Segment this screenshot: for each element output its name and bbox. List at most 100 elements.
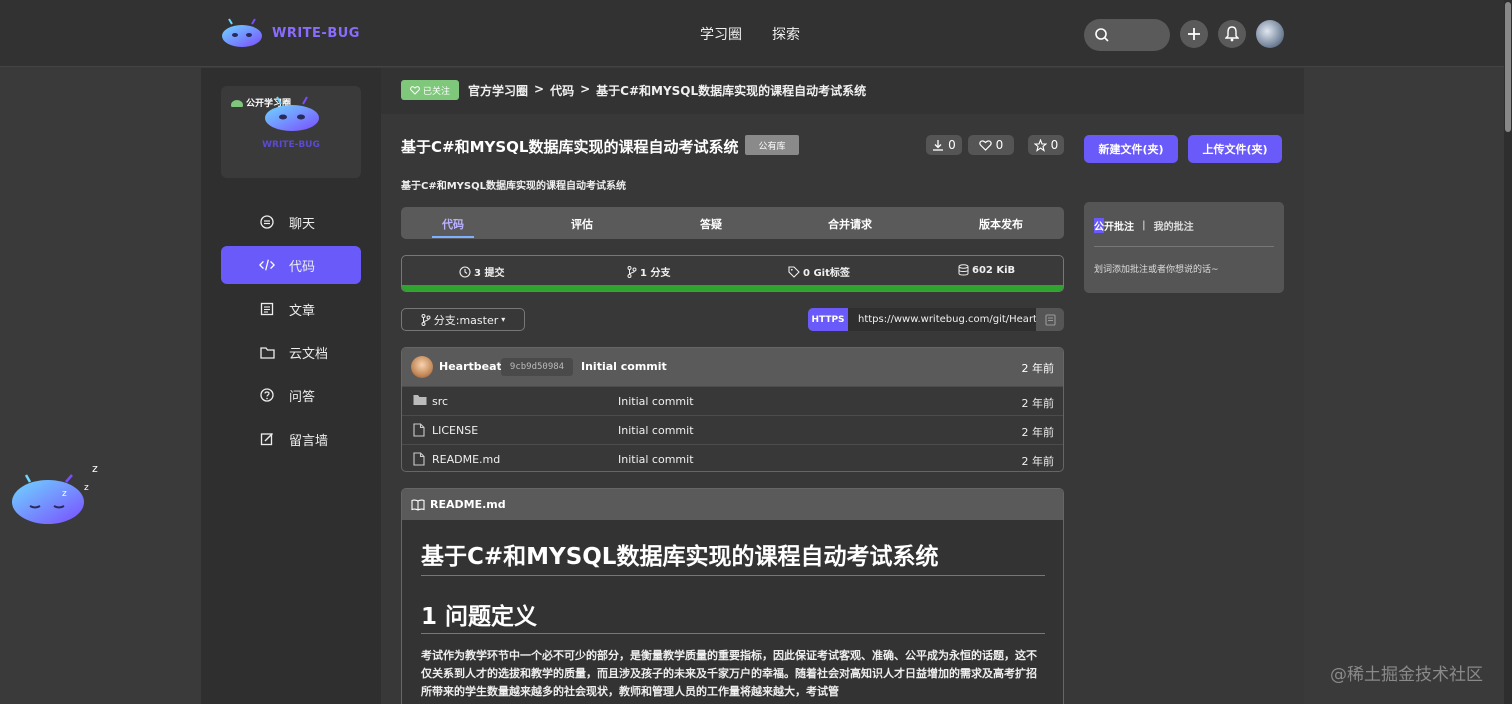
file-commit-message[interactable]: Initial commit: [618, 424, 694, 437]
branch-icon: [627, 265, 637, 278]
file-name[interactable]: src: [432, 395, 448, 408]
commit-hash[interactable]: 9cb9d50984: [501, 358, 573, 376]
sidebar-item-qa[interactable]: 问答: [221, 376, 361, 414]
svg-text:z: z: [92, 462, 98, 475]
breadcrumb: 官方学习圈 > 代码 > 基于C#和MYSQL数据库实现的课程自动考试系统: [468, 82, 866, 99]
file-icon: [413, 423, 425, 437]
notifications-button[interactable]: [1218, 20, 1246, 48]
circle-brand: WRITE-BUG: [262, 140, 320, 150]
copy-icon: [1044, 313, 1056, 326]
tab-evaluation[interactable]: 评估: [571, 216, 593, 232]
tag-icon: [788, 265, 800, 278]
divider: [1094, 246, 1274, 247]
commits-stat[interactable]: 3 提交: [459, 264, 504, 279]
tab-separator: |: [1142, 220, 1146, 231]
repo-title: 基于C#和MYSQL数据库实现的课程自动考试系统: [401, 138, 739, 156]
upload-file-button[interactable]: 上传文件(夹): [1188, 135, 1282, 163]
article-icon: [259, 301, 275, 317]
file-name[interactable]: README.md: [432, 453, 500, 466]
commit-message[interactable]: Initial commit: [581, 360, 667, 373]
sidebar-item-chat[interactable]: 聊天: [221, 203, 361, 241]
file-name[interactable]: LICENSE: [432, 424, 478, 437]
follow-badge[interactable]: 已关注: [401, 80, 459, 100]
sidebar-item-code[interactable]: 代码: [221, 246, 361, 284]
copy-button[interactable]: [1036, 308, 1064, 331]
file-commit-message[interactable]: Initial commit: [618, 453, 694, 466]
tags-count: 0 Git标签: [803, 268, 850, 279]
annotation-tabs: 公开批注 | 我的批注: [1094, 218, 1194, 233]
readme-panel: README.md 基于C#和MYSQL数据库实现的课程自动考试系统 1 问题定…: [401, 488, 1064, 704]
breadcrumb-item[interactable]: 官方学习圈: [468, 82, 528, 99]
readme-heading-2: 1 问题定义: [421, 604, 538, 630]
top-nav: 学习圈 探索: [700, 24, 800, 44]
sidebar-item-label: 问答: [289, 389, 316, 405]
breadcrumb-item[interactable]: 代码: [550, 82, 574, 99]
breadcrumb-separator: >: [580, 82, 591, 96]
annotation-hint: 划词添加批注或者你想说的话~: [1094, 265, 1219, 275]
download-count-value: 0: [948, 138, 956, 152]
breadcrumb-separator: >: [534, 82, 545, 96]
sleeping-robot-mascot-icon[interactable]: z z z: [10, 460, 110, 530]
branches-count: 1 分支: [640, 268, 671, 279]
readme-paragraph: 考试作为教学环节中一个必不可少的部分，是衡量教学质量的重要指标，因此保证考试客观…: [421, 649, 1037, 698]
branches-stat[interactable]: 1 分支: [627, 264, 670, 279]
like-button[interactable]: 0: [968, 135, 1014, 155]
size-stat: 602 KiB: [958, 264, 1015, 276]
tab-releases[interactable]: 版本发布: [979, 216, 1023, 232]
clock-icon: [459, 265, 471, 278]
commits-count: 3 提交: [474, 268, 505, 279]
android-icon: [231, 99, 243, 107]
branch-label: 分支:master: [433, 313, 499, 327]
new-file-button[interactable]: 新建文件(夹): [1084, 135, 1178, 163]
svg-text:z: z: [62, 489, 67, 499]
download-icon: [933, 140, 944, 151]
circle-card[interactable]: 公开学习圈 WRITE-BUG: [221, 86, 361, 178]
active-tab-indicator: [432, 236, 474, 238]
commit-author[interactable]: Heartbeat: [439, 360, 502, 373]
nav-explore[interactable]: 探索: [772, 24, 800, 44]
file-time: 2 年前: [1021, 397, 1055, 410]
file-row[interactable]: src Initial commit 2 年前: [402, 386, 1063, 415]
top-navbar: WRITE-BUG 学习圈 探索: [0, 0, 1512, 67]
create-button[interactable]: [1180, 20, 1208, 48]
tab-code[interactable]: 代码: [442, 216, 464, 232]
branch-selector[interactable]: 分支:master ▾: [401, 308, 525, 331]
search-icon: [1095, 28, 1109, 42]
sidebar-item-label: 聊天: [289, 216, 316, 232]
readme-filename: README.md: [430, 498, 506, 511]
file-row[interactable]: LICENSE Initial commit 2 年前: [402, 415, 1063, 444]
code-icon: [259, 257, 275, 273]
sidebar-item-cloud-docs[interactable]: 云文档: [221, 333, 361, 371]
tab-merge-requests[interactable]: 合并请求: [828, 216, 872, 232]
breadcrumb-item[interactable]: 基于C#和MYSQL数据库实现的课程自动考试系统: [596, 82, 866, 99]
file-time: 2 年前: [1021, 426, 1055, 439]
annotations-panel: 公开批注 | 我的批注 划词添加批注或者你想说的话~: [1084, 202, 1284, 293]
follow-badge-label: 已关注: [422, 86, 450, 97]
clone-url-input[interactable]: https://www.writebug.com/git/Heartl: [848, 308, 1036, 331]
tab-public-annotations[interactable]: 公开批注: [1094, 218, 1134, 233]
site-logo[interactable]: WRITE-BUG: [220, 18, 360, 48]
robot-logo-icon: [222, 18, 262, 47]
author-avatar[interactable]: [411, 356, 433, 378]
tab-qa[interactable]: 答疑: [700, 216, 722, 232]
star-button[interactable]: 0: [1028, 135, 1064, 155]
bell-icon: [1225, 26, 1239, 42]
tab-my-annotations[interactable]: 我的批注: [1154, 218, 1194, 233]
download-count[interactable]: 0: [926, 135, 962, 155]
scrollbar-thumb[interactable]: [1505, 2, 1511, 132]
tags-stat[interactable]: 0 Git标签: [788, 264, 850, 279]
repo-stats: 3 提交 1 分支 0 Git标签 602 KiB: [401, 255, 1064, 292]
star-icon: [1033, 138, 1047, 152]
question-icon: [259, 387, 275, 403]
user-avatar[interactable]: [1256, 20, 1284, 48]
file-row[interactable]: README.md Initial commit 2 年前: [402, 444, 1063, 471]
search-input[interactable]: [1084, 19, 1170, 51]
sidebar-item-article[interactable]: 文章: [221, 290, 361, 328]
svg-text:z: z: [84, 483, 89, 493]
file-commit-message[interactable]: Initial commit: [618, 395, 694, 408]
clone-protocol-button[interactable]: HTTPS: [808, 308, 848, 331]
nav-study-circle[interactable]: 学习圈: [700, 24, 742, 44]
robot-mascot-icon: [265, 96, 319, 131]
page-scrollbar[interactable]: [1504, 0, 1512, 704]
sidebar-item-message-wall[interactable]: 留言墙: [221, 420, 361, 458]
